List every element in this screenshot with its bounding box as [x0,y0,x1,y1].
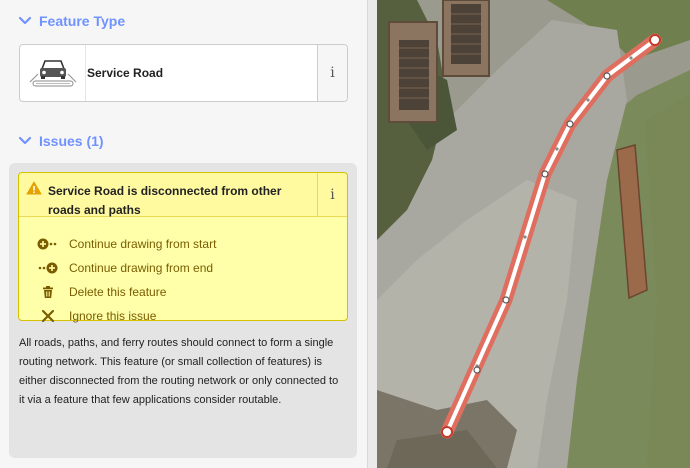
issues-section-toggle[interactable]: Issues (1) [18,133,104,149]
preset-name: Service Road [87,66,164,80]
fix-label: Ignore this issue [69,309,157,323]
car-road-icon [20,45,86,101]
continue-from-start-icon [37,236,59,252]
preset-info-button[interactable]: i [317,45,347,101]
continue-from-end-icon [37,260,59,276]
preset-list-item[interactable]: Service Road i [19,44,348,102]
chevron-down-icon [18,16,32,25]
warning-icon [26,181,42,195]
issue-description: All roads, paths, and ferry routes shoul… [19,337,339,406]
aerial-imagery [377,0,690,468]
warning-issue: Service Road is disconnected from other … [18,172,348,323]
feature-type-section-toggle[interactable]: Feature Type [18,13,125,29]
issues-heading: Issues (1) [39,133,104,149]
fix-label: Continue drawing from end [69,261,214,275]
fix-ignore-issue[interactable]: Ignore this issue [37,307,156,325]
fix-continue-from-end[interactable]: Continue drawing from end [37,259,213,277]
warning-info-button[interactable]: i [317,173,347,216]
way-start-node[interactable] [441,426,453,438]
wooden-crate [388,21,438,123]
warning-message: Service Road is disconnected from other … [48,184,282,217]
map-view[interactable] [377,0,690,468]
trash-icon [37,284,59,300]
fix-continue-from-start[interactable]: Continue drawing from start [37,235,216,253]
close-icon [37,308,59,324]
fix-delete-feature[interactable]: Delete this feature [37,283,166,301]
wooden-crate [442,0,490,77]
inspector-sidebar: Feature Type Service Road i Issues (1) S… [0,0,367,468]
fix-label: Continue drawing from start [69,237,217,251]
fix-label: Delete this feature [69,285,167,299]
issue-container: Service Road is disconnected from other … [9,163,357,458]
panel-resizer[interactable] [367,0,377,468]
feature-type-heading: Feature Type [39,13,126,29]
warning-header[interactable]: Service Road is disconnected from other … [19,173,347,217]
way-end-node[interactable] [649,34,661,46]
chevron-down-icon [18,136,32,145]
